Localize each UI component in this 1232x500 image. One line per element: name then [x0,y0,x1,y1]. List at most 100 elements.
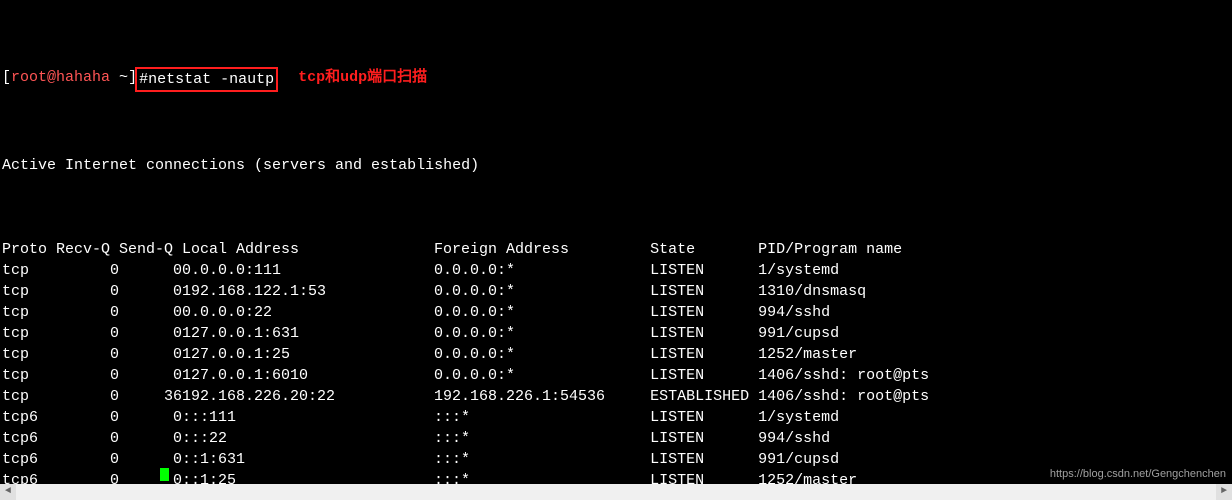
cell-sendq: 0 [119,344,182,365]
cell-local: 0.0.0.0:111 [182,260,434,281]
cell-local: :::22 [182,428,434,449]
cell-sendq: 0 [119,449,182,470]
col-state: State [650,239,758,260]
cell-sendq: 0 [119,281,182,302]
col-local-address: Local Address [182,239,434,260]
cell-pid: 1/systemd [758,260,929,281]
table-row: tcp00127.0.0.1:60100.0.0.0:*LISTEN1406/s… [2,365,929,386]
cell-pid: 991/cupsd [758,449,929,470]
cell-local: 127.0.0.1:6010 [182,365,434,386]
cell-proto: tcp6 [2,407,56,428]
cell-foreign: 0.0.0.0:* [434,260,650,281]
cell-recvq: 0 [56,281,119,302]
col-foreign-address: Foreign Address [434,239,650,260]
cell-local: :::111 [182,407,434,428]
cell-state: LISTEN [650,428,758,449]
command-text: netstat -nautp [148,71,274,88]
cell-state: ESTABLISHED [650,386,758,407]
cell-local: 127.0.0.1:631 [182,323,434,344]
terminal-output[interactable]: [root@hahaha ~]#netstat -nautptcp和udp端口扫… [0,0,1232,500]
cell-local: 0.0.0.0:22 [182,302,434,323]
cell-pid: 1406/sshd: root@pts [758,365,929,386]
cell-foreign: 0.0.0.0:* [434,323,650,344]
cell-foreign: 0.0.0.0:* [434,365,650,386]
cell-recvq: 0 [56,344,119,365]
active-connections-header: Active Internet connections (servers and… [2,155,1230,176]
table-row: tcp000.0.0.0:220.0.0.0:*LISTEN994/sshd [2,302,929,323]
table-row: tcp600:::111:::*LISTEN1/systemd [2,407,929,428]
table-row: tcp00192.168.122.1:530.0.0.0:*LISTEN1310… [2,281,929,302]
cell-proto: tcp6 [2,449,56,470]
cell-foreign: 0.0.0.0:* [434,281,650,302]
cell-recvq: 0 [56,260,119,281]
cell-foreign: :::* [434,449,650,470]
cell-sendq: 0 [119,365,182,386]
terminal-cursor [160,468,169,481]
cell-proto: tcp [2,386,56,407]
col-proto: Proto [2,239,56,260]
cell-state: LISTEN [650,281,758,302]
table-row: tcp600::1:631:::*LISTEN991/cupsd [2,449,929,470]
cell-foreign: 0.0.0.0:* [434,344,650,365]
scroll-track[interactable] [16,484,1216,500]
cell-proto: tcp [2,323,56,344]
col-pid-program: PID/Program name [758,239,929,260]
annotation-label: tcp和udp端口扫描 [298,67,427,88]
table-row: tcp000.0.0.0:1110.0.0.0:*LISTEN1/systemd [2,260,929,281]
cell-local: ::1:631 [182,449,434,470]
cell-recvq: 0 [56,386,119,407]
cell-state: LISTEN [650,407,758,428]
cell-pid: 1/systemd [758,407,929,428]
cell-pid: 1310/dnsmasq [758,281,929,302]
horizontal-scrollbar[interactable]: ◄ ► [0,484,1232,500]
cell-sendq: 0 [119,323,182,344]
cell-proto: tcp6 [2,428,56,449]
command-highlight-box: #netstat -nautp [135,67,278,92]
watermark: https://blog.csdn.net/Gengchenchen [1050,467,1226,482]
prompt-line: [root@hahaha ~]#netstat -nautptcp和udp端口扫… [2,67,1230,92]
cell-state: LISTEN [650,260,758,281]
cell-state: LISTEN [650,344,758,365]
table-row: tcp00127.0.0.1:250.0.0.0:*LISTEN1252/mas… [2,344,929,365]
netstat-table: Proto Recv-Q Send-Q Local Address Foreig… [2,239,929,500]
cell-recvq: 0 [56,428,119,449]
cell-recvq: 0 [56,365,119,386]
cell-foreign: :::* [434,428,650,449]
cell-proto: tcp [2,302,56,323]
cell-proto: tcp [2,344,56,365]
cell-recvq: 0 [56,407,119,428]
cell-state: LISTEN [650,302,758,323]
cell-recvq: 0 [56,449,119,470]
cell-local: 192.168.122.1:53 [182,281,434,302]
cell-recvq: 0 [56,323,119,344]
scroll-right-button[interactable]: ► [1216,484,1232,500]
table-row: tcp00127.0.0.1:6310.0.0.0:*LISTEN991/cup… [2,323,929,344]
cell-state: LISTEN [650,323,758,344]
cell-pid: 1406/sshd: root@pts [758,386,929,407]
cell-pid: 991/cupsd [758,323,929,344]
cell-local: 192.168.226.20:22 [182,386,434,407]
cell-proto: tcp [2,365,56,386]
cell-pid: 994/sshd [758,428,929,449]
cell-proto: tcp [2,281,56,302]
cell-local: 127.0.0.1:25 [182,344,434,365]
cell-state: LISTEN [650,449,758,470]
cell-sendq: 36 [119,386,182,407]
prompt-user-host: root@hahaha [11,67,110,88]
cell-foreign: 0.0.0.0:* [434,302,650,323]
cell-sendq: 0 [119,260,182,281]
cell-foreign: 192.168.226.1:54536 [434,386,650,407]
col-sendq: Send-Q [119,239,182,260]
cell-recvq: 0 [56,302,119,323]
table-header-row: Proto Recv-Q Send-Q Local Address Foreig… [2,239,929,260]
prompt-hash: # [139,71,148,88]
table-row: tcp600:::22:::*LISTEN994/sshd [2,428,929,449]
col-recvq: Recv-Q [56,239,119,260]
prompt-cwd: ~ [110,67,128,88]
cell-proto: tcp [2,260,56,281]
cell-state: LISTEN [650,365,758,386]
cell-pid: 994/sshd [758,302,929,323]
prompt-open-bracket: [ [2,67,11,88]
scroll-left-button[interactable]: ◄ [0,484,16,500]
table-row: tcp036192.168.226.20:22192.168.226.1:545… [2,386,929,407]
